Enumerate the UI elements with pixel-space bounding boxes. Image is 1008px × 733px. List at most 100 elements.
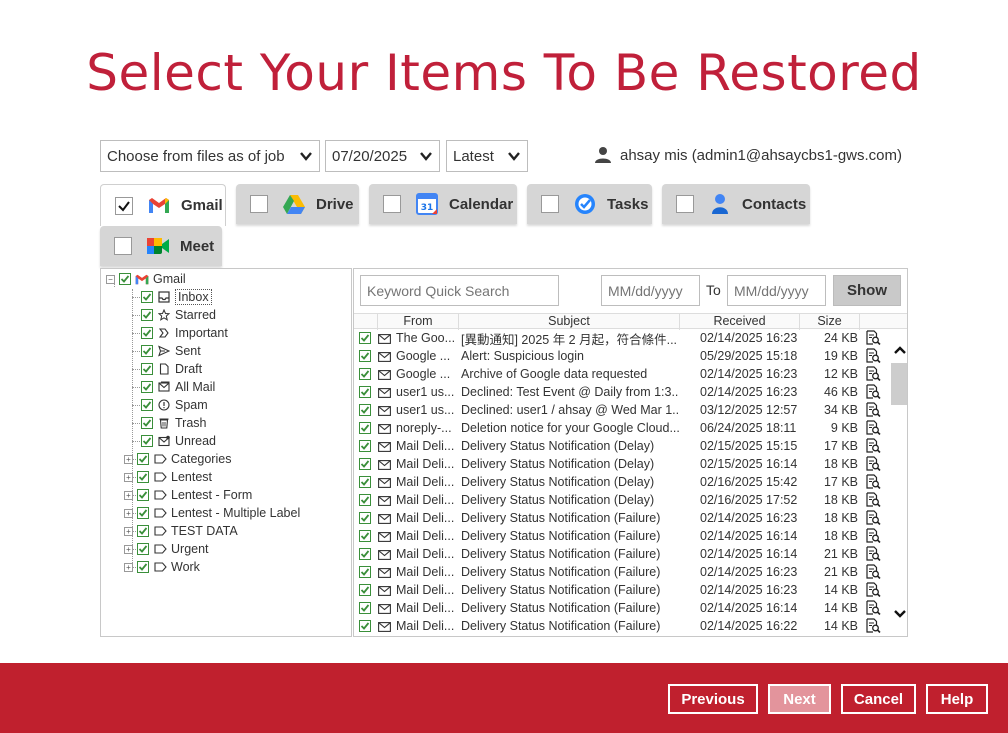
tree-item[interactable]: Inbox	[141, 288, 212, 306]
preview-icon[interactable]	[866, 330, 881, 348]
tree-item[interactable]: Sent	[141, 342, 201, 360]
tab-contacts-checkbox[interactable]	[676, 195, 694, 213]
preview-icon[interactable]	[866, 366, 881, 384]
mail-row-checkbox[interactable]	[359, 602, 371, 614]
tab-meet-checkbox[interactable]	[114, 237, 132, 255]
tab-gmail-checkbox[interactable]	[115, 196, 133, 215]
mail-row-checkbox[interactable]	[359, 332, 371, 344]
tab-drive-checkbox[interactable]	[250, 195, 268, 213]
tree-item-checkbox[interactable]	[141, 363, 153, 375]
tree-root-checkbox[interactable]	[119, 273, 131, 285]
tree-item[interactable]: + Lentest - Form	[124, 486, 252, 504]
tab-gmail[interactable]: Gmail	[100, 184, 226, 226]
next-button[interactable]: Next	[768, 684, 831, 714]
cancel-button[interactable]: Cancel	[841, 684, 916, 714]
tab-meet[interactable]: Meet	[100, 226, 222, 266]
expand-icon[interactable]: +	[124, 544, 133, 554]
mail-row-checkbox[interactable]	[359, 476, 371, 488]
tree-item-checkbox[interactable]	[141, 309, 153, 321]
tree-item-checkbox[interactable]	[137, 471, 149, 483]
expand-icon[interactable]: +	[124, 454, 133, 464]
collapse-icon[interactable]: −	[106, 274, 115, 284]
preview-icon[interactable]	[866, 438, 881, 456]
tree-item[interactable]: + TEST DATA	[124, 522, 238, 540]
mail-row[interactable]: Mail Deli... Delivery Status Notification…	[354, 599, 891, 617]
date-to-input[interactable]	[727, 275, 826, 306]
tree-item-checkbox[interactable]	[141, 399, 153, 411]
mail-row-checkbox[interactable]	[359, 440, 371, 452]
mail-row[interactable]: Mail Deli... Delivery Status Notification…	[354, 491, 891, 509]
tree-item-checkbox[interactable]	[141, 417, 153, 429]
tree-item[interactable]: + Categories	[124, 450, 231, 468]
tab-contacts[interactable]: Contacts	[662, 184, 810, 224]
preview-icon[interactable]	[866, 582, 881, 600]
mail-row-checkbox[interactable]	[359, 422, 371, 434]
expand-icon[interactable]: +	[124, 526, 133, 536]
mail-row-checkbox[interactable]	[359, 548, 371, 560]
preview-icon[interactable]	[866, 618, 881, 636]
mail-row-checkbox[interactable]	[359, 566, 371, 578]
mail-row[interactable]: Mail Deli... Delivery Status Notification…	[354, 563, 891, 581]
mail-row-checkbox[interactable]	[359, 368, 371, 380]
tab-calendar[interactable]: 31 Calendar	[369, 184, 517, 224]
expand-icon[interactable]: +	[124, 472, 133, 482]
folder-tree[interactable]: − Gmail Inbox Starred Important Sent Draft Al…	[100, 268, 352, 637]
date-from-input[interactable]	[601, 275, 700, 306]
header-size[interactable]: Size	[800, 314, 860, 330]
preview-icon[interactable]	[866, 348, 881, 366]
tree-item-checkbox[interactable]	[141, 345, 153, 357]
expand-icon[interactable]: +	[124, 508, 133, 518]
tree-item-checkbox[interactable]	[141, 381, 153, 393]
mail-row-checkbox[interactable]	[359, 584, 371, 596]
mail-row-checkbox[interactable]	[359, 530, 371, 542]
tree-item[interactable]: + Lentest - Multiple Label	[124, 504, 300, 522]
mail-row-checkbox[interactable]	[359, 458, 371, 470]
tree-item[interactable]: All Mail	[141, 378, 215, 396]
mail-row[interactable]: Google ... Archive of Google data request…	[354, 365, 891, 383]
tree-item[interactable]: Important	[141, 324, 228, 342]
header-received[interactable]: Received	[680, 314, 800, 330]
scrollbar-thumb[interactable]	[891, 363, 907, 405]
expand-icon[interactable]: +	[124, 490, 133, 500]
preview-icon[interactable]	[866, 546, 881, 564]
tree-item[interactable]: + Urgent	[124, 540, 209, 558]
preview-icon[interactable]	[866, 564, 881, 582]
preview-icon[interactable]	[866, 492, 881, 510]
tree-item-checkbox[interactable]	[137, 507, 149, 519]
tree-item-checkbox[interactable]	[137, 453, 149, 465]
previous-button[interactable]: Previous	[668, 684, 758, 714]
preview-icon[interactable]	[866, 510, 881, 528]
mail-row[interactable]: Mail Deli... Delivery Status Notification…	[354, 437, 891, 455]
tab-tasks-checkbox[interactable]	[541, 195, 559, 213]
tree-item[interactable]: + Work	[124, 558, 200, 576]
tree-item-checkbox[interactable]	[137, 543, 149, 555]
tree-item[interactable]: Trash	[141, 414, 207, 432]
tree-item-checkbox[interactable]	[137, 489, 149, 501]
restore-mode-select[interactable]: Choose from files as of job	[100, 140, 320, 172]
mail-row[interactable]: Mail Deli... Delivery Status Notification…	[354, 617, 891, 635]
preview-icon[interactable]	[866, 420, 881, 438]
mail-row[interactable]: Mail Deli... Delivery Status Notification…	[354, 509, 891, 527]
tree-root-row[interactable]: − Gmail	[106, 270, 186, 288]
tree-item[interactable]: Unread	[141, 432, 216, 450]
tree-item-checkbox[interactable]	[141, 291, 153, 303]
scrollbar[interactable]	[890, 345, 908, 637]
mail-row[interactable]: Mail Deli... Delivery Status Notification…	[354, 545, 891, 563]
tab-drive[interactable]: Drive	[236, 184, 359, 224]
mail-row[interactable]: Mail Deli... Delivery Status Notification…	[354, 455, 891, 473]
preview-icon[interactable]	[866, 600, 881, 618]
tab-calendar-checkbox[interactable]	[383, 195, 401, 213]
show-button[interactable]: Show	[833, 275, 901, 306]
mail-row[interactable]: user1 us... Declined: user1 / ahsay @ Wed…	[354, 401, 891, 419]
scroll-down-icon[interactable]	[894, 609, 906, 619]
mail-row-checkbox[interactable]	[359, 620, 371, 632]
tree-item[interactable]: Spam	[141, 396, 208, 414]
version-select[interactable]: Latest	[446, 140, 528, 172]
preview-icon[interactable]	[866, 528, 881, 546]
preview-icon[interactable]	[866, 384, 881, 402]
mail-row-checkbox[interactable]	[359, 494, 371, 506]
mail-row-checkbox[interactable]	[359, 512, 371, 524]
mail-row-checkbox[interactable]	[359, 386, 371, 398]
tree-item-checkbox[interactable]	[141, 327, 153, 339]
mail-row-checkbox[interactable]	[359, 350, 371, 362]
